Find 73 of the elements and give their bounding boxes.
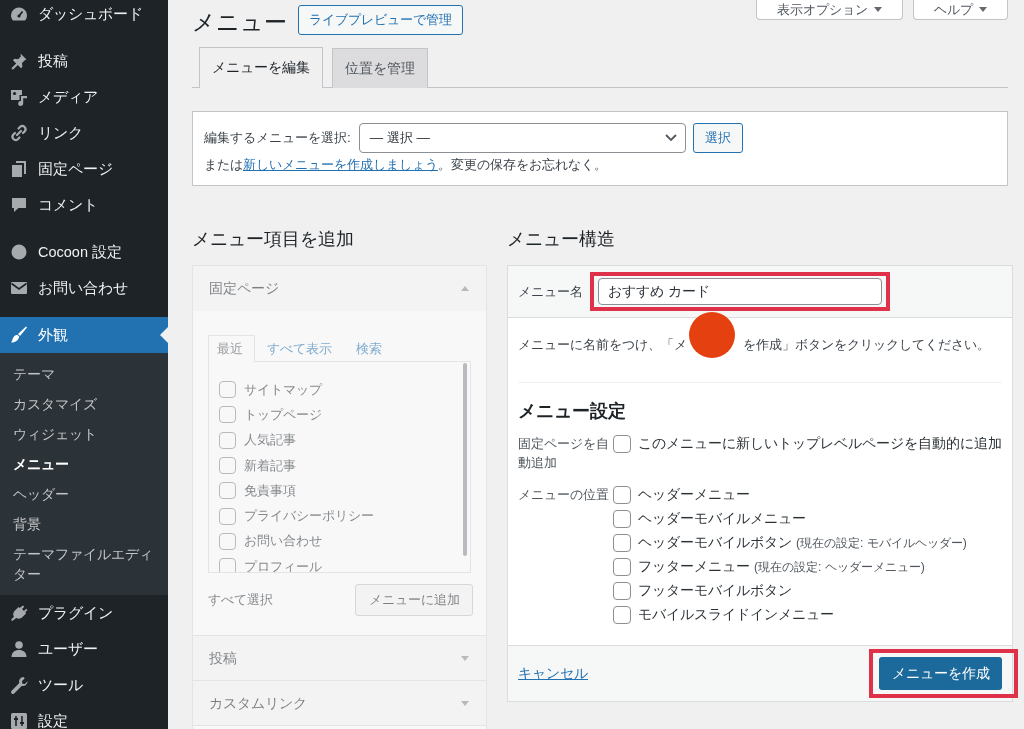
- sidebar-item[interactable]: メディア: [0, 79, 168, 115]
- submenu-item[interactable]: ウィジェット: [0, 420, 168, 450]
- hint-text: を作成」ボタンをクリックしてください。: [743, 336, 990, 354]
- sidebar-item[interactable]: ユーザー: [0, 631, 168, 667]
- hint-text: メニューに名前をつけ、「メ: [518, 336, 687, 354]
- pages-icon: [9, 159, 29, 179]
- checkbox[interactable]: [613, 486, 631, 504]
- submenu-item[interactable]: カスタマイズ: [0, 390, 168, 420]
- setting-label: 固定ページを自動追加: [518, 435, 610, 472]
- sidebar-item[interactable]: 設定: [0, 703, 168, 729]
- sidebar-item[interactable]: お問い合わせ: [0, 270, 168, 306]
- circle-icon: [9, 242, 29, 262]
- settings-heading: メニュー設定: [518, 400, 627, 423]
- submenu-item[interactable]: ヘッダー: [0, 480, 168, 510]
- current-setting-note: (現在の設定: モバイルヘッダー): [796, 534, 967, 552]
- nav-tab[interactable]: 位置を管理: [332, 48, 428, 88]
- select-label: 編集するメニューを選択:: [204, 129, 351, 147]
- person-icon: [9, 639, 29, 659]
- submenu-item[interactable]: メニュー: [0, 450, 168, 480]
- submenu-item[interactable]: 背景: [0, 510, 168, 540]
- menu-dropdown[interactable]: — 選択 —: [358, 123, 686, 153]
- setting-label: メニューの位置: [518, 486, 610, 504]
- screen-options-button[interactable]: 表示オプション: [756, 0, 903, 20]
- scrollbar-thumb[interactable]: [463, 363, 467, 556]
- checkbox[interactable]: [613, 606, 631, 624]
- pushpin-icon: [9, 51, 29, 71]
- submenu-item[interactable]: テーマ: [0, 360, 168, 390]
- photo-music-icon: [9, 87, 29, 107]
- plug-icon: [9, 603, 29, 623]
- checkbox[interactable]: [613, 582, 631, 600]
- menu-name-field[interactable]: おすすめ カード: [598, 278, 882, 305]
- sidebar-item[interactable]: リンク: [0, 115, 168, 151]
- option-label[interactable]: このメニューに新しいトップレベルページを自動的に追加: [638, 434, 1002, 453]
- option-label[interactable]: ヘッダーモバイルボタン: [638, 534, 792, 552]
- chevron-down-icon: [664, 134, 677, 142]
- option-label[interactable]: フッターメニュー: [638, 558, 750, 576]
- caret-down-icon: [979, 7, 987, 12]
- sidebar-item[interactable]: 投稿: [0, 43, 168, 79]
- pointer-triangle-icon: [160, 327, 168, 343]
- wrench-icon: [9, 675, 29, 695]
- sidebar-item[interactable]: ツール: [0, 667, 168, 703]
- checkbox[interactable]: [613, 534, 631, 552]
- checkbox[interactable]: [613, 434, 631, 453]
- cancel-link[interactable]: キャンセル: [518, 664, 588, 683]
- live-preview-button[interactable]: ライブプレビューで管理: [298, 5, 463, 35]
- option-label[interactable]: モバイルスライドインメニュー: [638, 606, 834, 624]
- create-menu-button[interactable]: メニューを作成: [879, 657, 1002, 690]
- menu-name-label: メニュー名: [518, 282, 584, 301]
- create-menu-note: または新しいメニューを作成しましょう。変更の保存をお忘れなく。: [204, 156, 608, 174]
- sidebar-item[interactable]: 固定ページ: [0, 151, 168, 187]
- sidebar-item[interactable]: 外観: [0, 317, 168, 353]
- create-menu-link[interactable]: 新しいメニューを作成しましょう: [243, 157, 438, 172]
- chain-link-icon: [9, 123, 29, 143]
- speech-bubble-icon: [9, 195, 29, 215]
- submenu-item[interactable]: テーマファイルエディター: [0, 540, 168, 590]
- nav-tab[interactable]: メニューを編集: [199, 47, 323, 88]
- option-label[interactable]: ヘッダーモバイルメニュー: [638, 510, 806, 528]
- page-title: メニュー: [192, 8, 287, 37]
- sidebar-item[interactable]: プラグイン: [0, 595, 168, 631]
- help-button[interactable]: ヘルプ: [913, 0, 1008, 20]
- option-label[interactable]: フッターモバイルボタン: [638, 582, 792, 600]
- current-setting-note: (現在の設定: ヘッダーメニュー): [754, 558, 925, 576]
- sidebar-item[interactable]: ダッシュボード: [0, 0, 168, 32]
- caret-down-icon: [874, 7, 882, 12]
- select-button[interactable]: 選択: [692, 123, 743, 153]
- checkbox[interactable]: [613, 510, 631, 528]
- paintbrush-icon: [9, 325, 29, 345]
- option-label[interactable]: ヘッダーメニュー: [638, 486, 750, 504]
- section-heading: メニュー構造: [507, 228, 616, 251]
- checkbox[interactable]: [613, 558, 631, 576]
- sidebar-item[interactable]: コメント: [0, 187, 168, 223]
- section-heading: メニュー項目を追加: [192, 228, 355, 251]
- sidebar-item[interactable]: Cocoon 設定: [0, 234, 168, 270]
